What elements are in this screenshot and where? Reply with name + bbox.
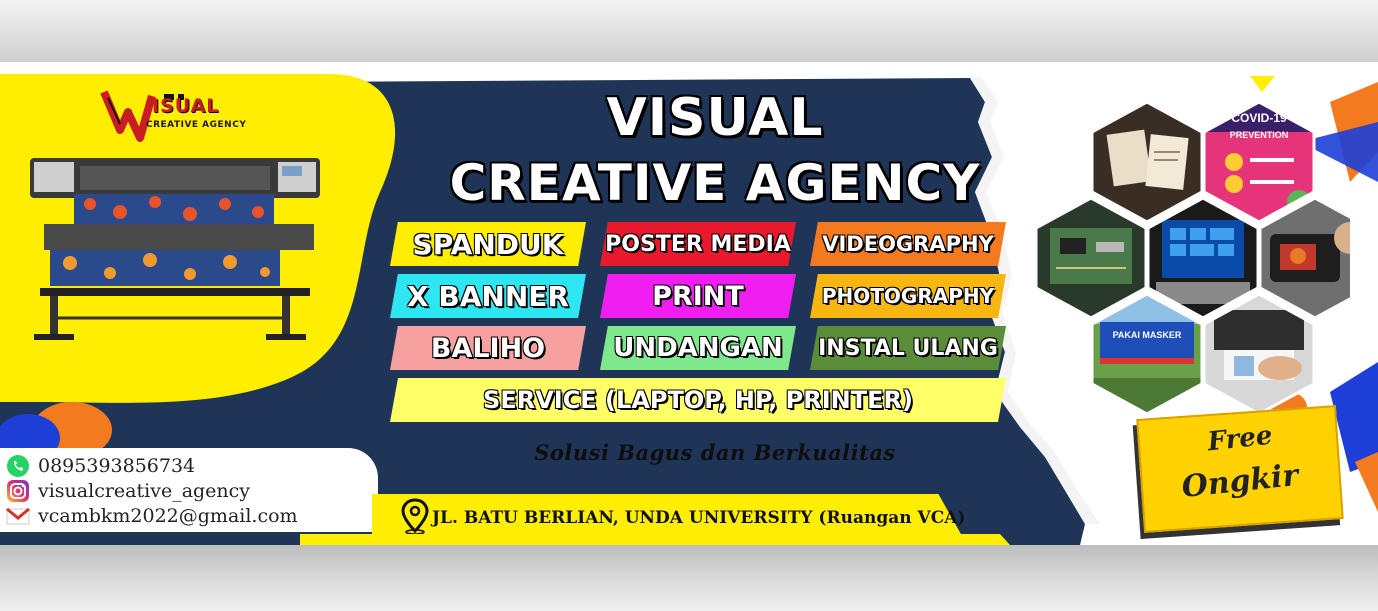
phone-number: 0895393856734	[38, 455, 196, 477]
contact-card: 0895393856734 visualcreative_agency vcam…	[0, 448, 378, 532]
address-text: JL. BATU BERLIAN, UNDA UNIVERSITY (Ruang…	[432, 508, 966, 528]
banner: ISUAL CREATIVE AGENCY VISUAL CREATIVE AG…	[0, 62, 1378, 545]
large-format-printer-icon	[30, 158, 320, 340]
contact-phone: 0895393856734	[6, 454, 195, 478]
svg-text:PAKAI MASKER: PAKAI MASKER	[1113, 330, 1182, 340]
svg-text:PREVENTION: PREVENTION	[1230, 130, 1289, 140]
photo-gallery: COVID-19 PREVENTION PAKAI MASKER	[1034, 100, 1350, 416]
service-label: X BANNER	[407, 279, 569, 313]
title-line-1: VISUAL	[606, 88, 824, 148]
service-tag: PHOTOGRAPHY	[810, 274, 1006, 318]
covid-poster-photo: COVID-19 PREVENTION	[1202, 100, 1316, 224]
banner-masker-photo: PAKAI MASKER	[1090, 292, 1204, 416]
service-tag: UNDANGAN	[600, 326, 796, 370]
service-label: VIDEOGRAPHY	[822, 232, 994, 256]
service-tag: X BANNER	[390, 274, 586, 318]
instagram-handle: visualcreative_agency	[38, 480, 251, 502]
service-label: PRINT	[652, 280, 744, 312]
printer-hand-photo	[1202, 292, 1316, 416]
service-tag: PRINT	[600, 274, 796, 318]
invitation-card-photo	[1090, 100, 1204, 224]
service-label: INSTAL ULANG	[818, 335, 998, 361]
instagram-icon	[7, 480, 29, 502]
bottom-shadow	[0, 545, 1378, 611]
service-label: BALIHO	[430, 332, 546, 364]
service-tag: VIDEOGRAPHY	[810, 222, 1006, 266]
service-label: UNDANGAN	[613, 333, 783, 363]
email-address: vcambkm2022@gmail.com	[38, 505, 298, 527]
logo-wordmark: ISUAL	[152, 95, 220, 117]
service-label: POSTER MEDIA	[605, 231, 791, 257]
contact-instagram: visualcreative_agency	[6, 479, 250, 503]
camera-photo	[1258, 196, 1350, 320]
top-shadow	[0, 0, 1378, 62]
service-tag: BALIHO	[390, 326, 586, 370]
location-pin-icon	[401, 498, 429, 534]
laptop-windows-photo	[1146, 196, 1260, 320]
service-label: SPANDUK	[412, 227, 564, 261]
service-tag: SPANDUK	[390, 222, 586, 266]
whatsapp-icon	[7, 455, 29, 477]
title-line-2: CREATIVE AGENCY	[449, 154, 981, 212]
service-tag: INSTAL ULANG	[810, 326, 1006, 370]
logo-subtitle: CREATIVE AGENCY	[146, 120, 247, 130]
email-icon	[6, 507, 30, 525]
service-label: PHOTOGRAPHY	[821, 284, 995, 308]
service-tag-wide: SERVICE (LAPTOP, HP, PRINTER)	[390, 378, 1006, 422]
tagline: Solusi Bagus dan Berkualitas	[534, 440, 896, 465]
service-tag: POSTER MEDIA	[600, 222, 796, 266]
contact-email: vcambkm2022@gmail.com	[6, 504, 298, 528]
circuit-board-photo	[1034, 196, 1148, 320]
service-label: SERVICE (LAPTOP, HP, PRINTER)	[483, 386, 913, 414]
